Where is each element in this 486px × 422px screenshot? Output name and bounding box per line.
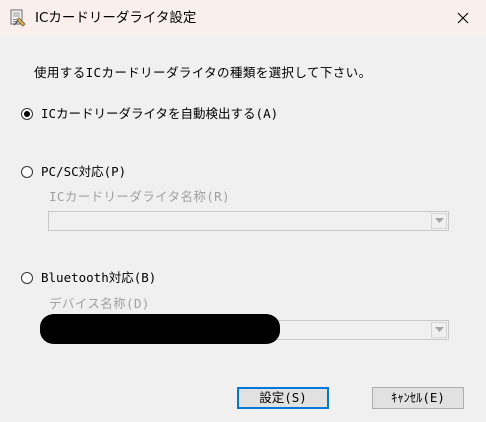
card-reader-settings-icon [10,9,26,27]
radio-bluetooth[interactable]: Bluetooth対応(B) [21,270,156,286]
radio-bluetooth-label: Bluetooth対応(B) [41,270,157,285]
ok-button[interactable]: 設定(S) [237,387,329,409]
reader-name-select[interactable] [48,211,449,231]
chevron-down-icon [435,327,444,332]
reader-name-label: ICカードリーダライタ名称(R) [49,189,231,204]
radio-pcsc[interactable]: PC/SC対応(P) [21,164,126,180]
redaction-mark [40,314,280,344]
title-bar[interactable]: ICカードリーダライタ設定 [0,0,486,36]
cancel-button[interactable]: ｷｬﾝｾﾙ(E) [372,387,464,409]
radio-pcsc-label: PC/SC対応(P) [41,164,127,179]
instruction-text: 使用するICカードリーダライタの種類を選択して下さい。 [34,65,372,80]
device-name-dropdown-button[interactable] [431,322,447,338]
close-button[interactable] [440,0,486,36]
radio-auto-detect-label: ICカードリーダライタを自動検出する(A) [41,106,279,121]
radio-auto-detect-button[interactable] [21,108,33,120]
radio-bluetooth-button[interactable] [21,272,33,284]
device-name-label: デバイス名称(D) [49,296,150,311]
radio-pcsc-button[interactable] [21,166,33,178]
dialog-window: ICカードリーダライタ設定 使用するICカードリーダライタの種類を選択して下さい… [0,0,486,422]
close-icon [457,12,469,24]
window-title: ICカードリーダライタ設定 [35,10,197,26]
chevron-down-icon [435,218,444,223]
radio-auto-detect[interactable]: ICカードリーダライタを自動検出する(A) [21,106,278,122]
reader-name-dropdown-button[interactable] [431,213,447,229]
